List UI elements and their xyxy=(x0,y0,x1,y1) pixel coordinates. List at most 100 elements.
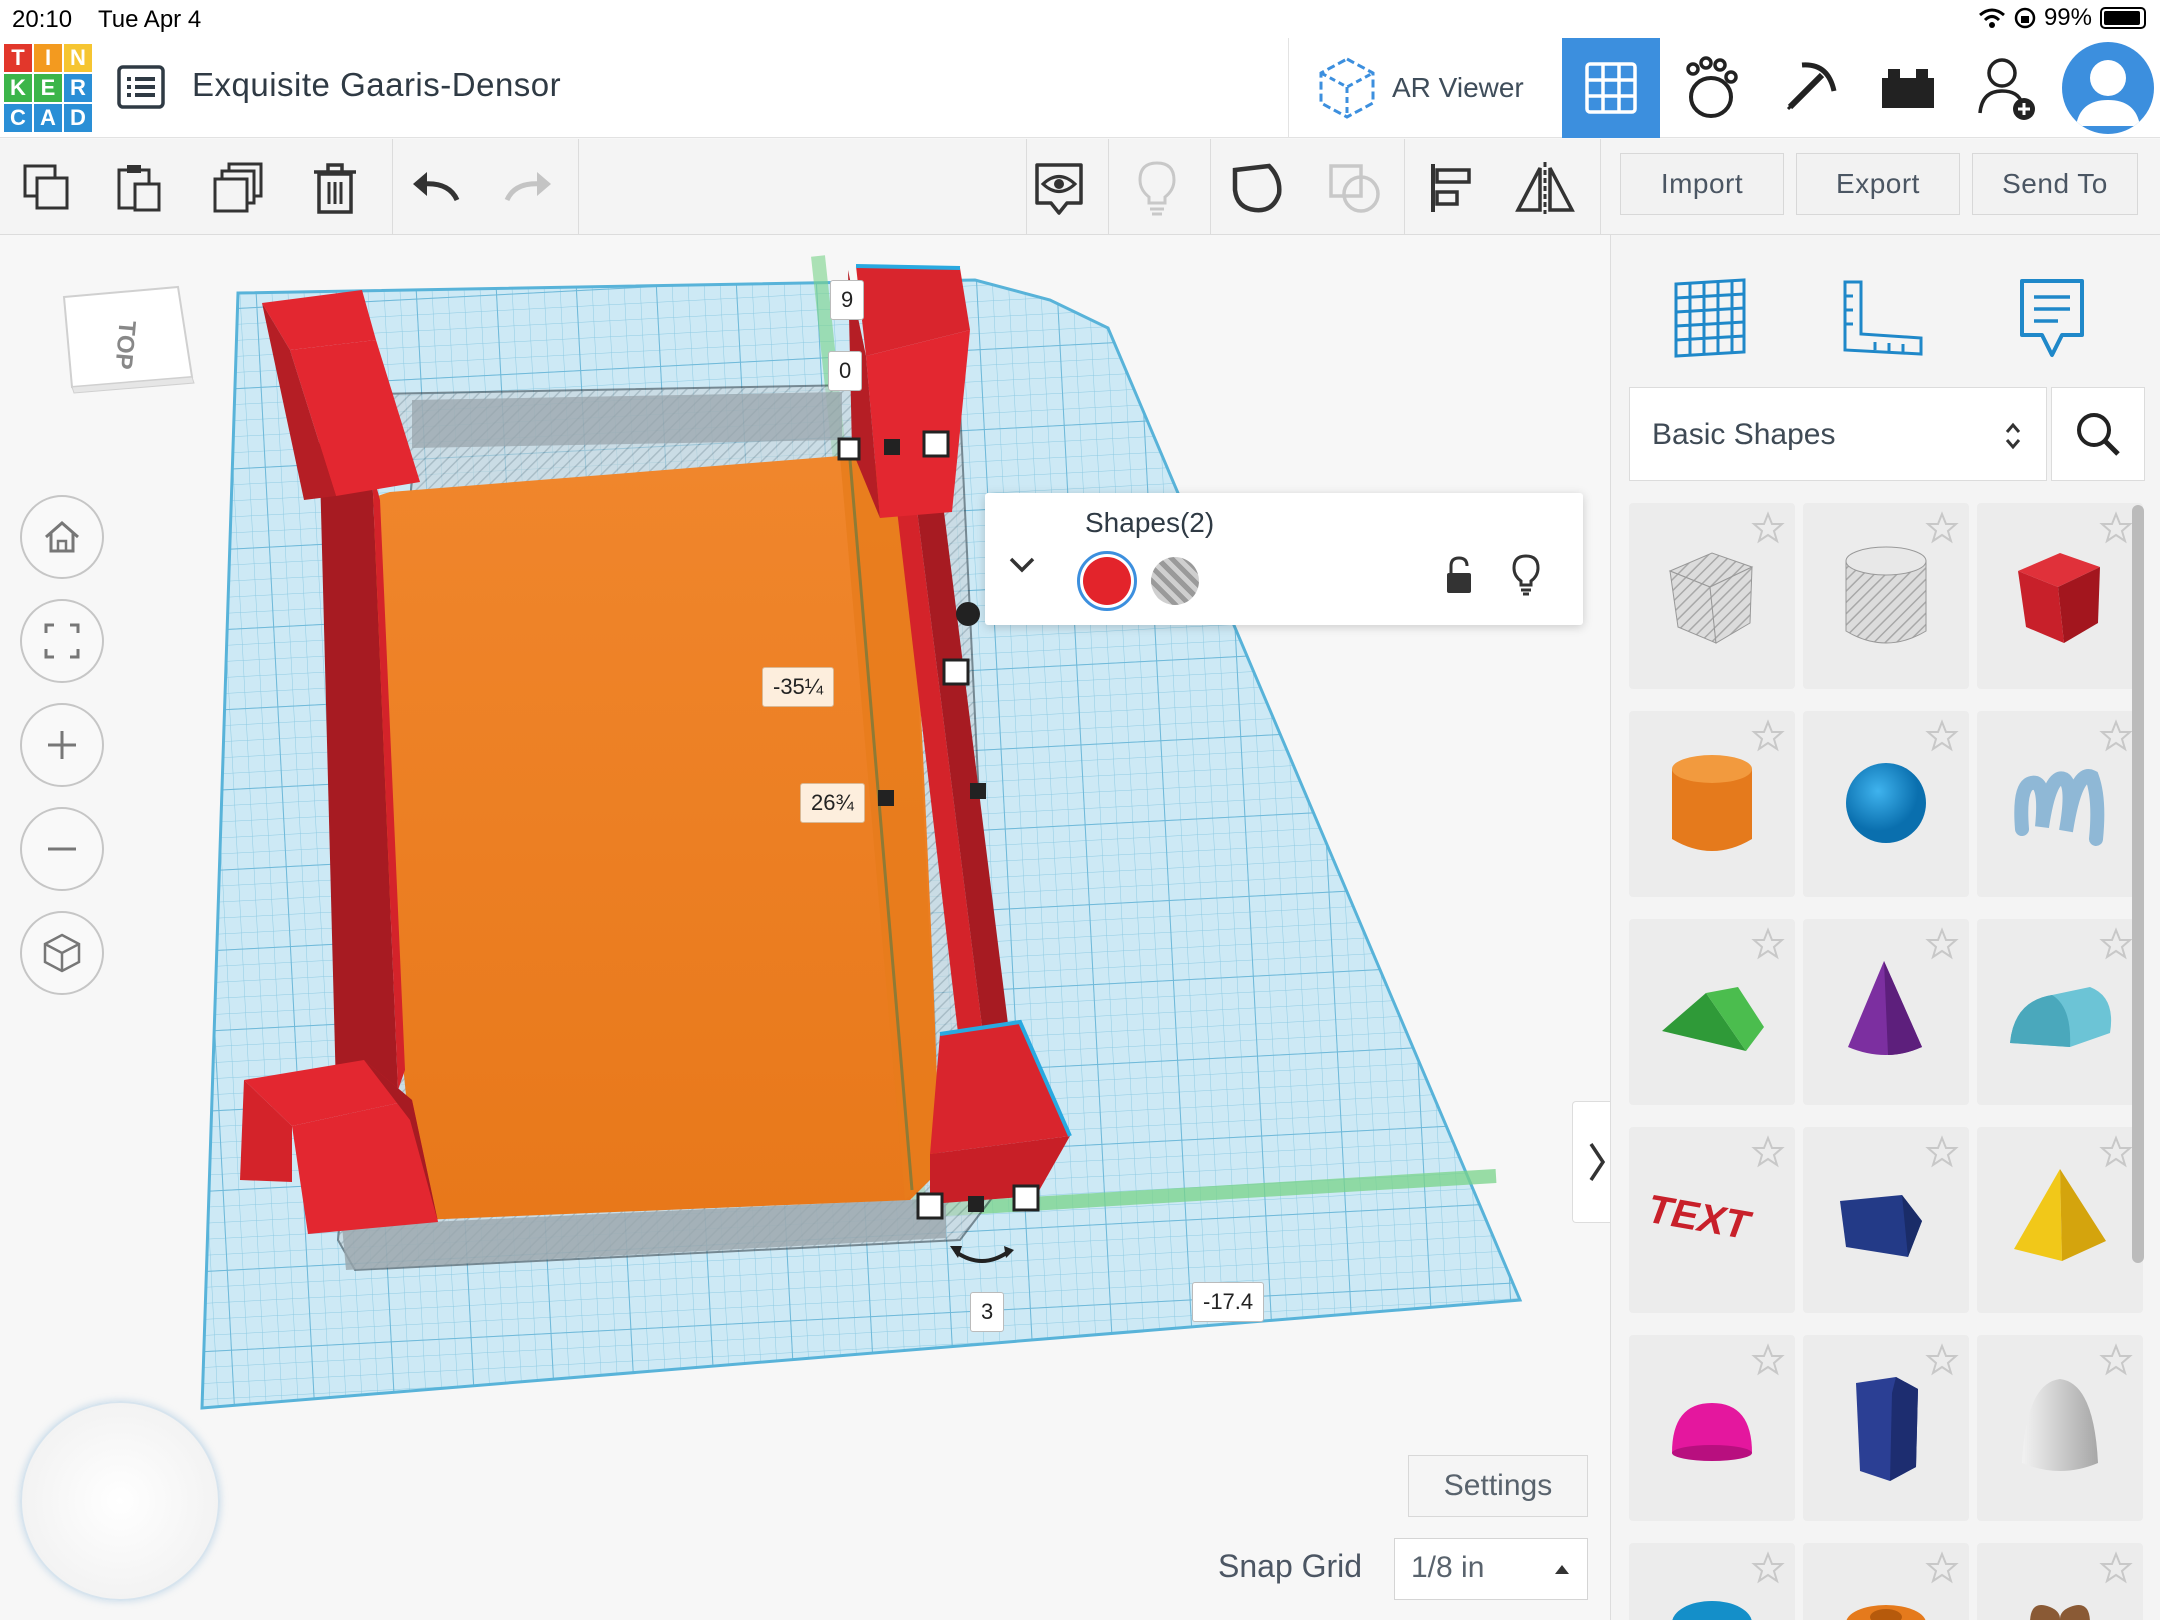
round-roof-icon xyxy=(2010,987,2112,1047)
star-icon[interactable] xyxy=(1925,1343,1959,1377)
star-icon[interactable] xyxy=(2099,1343,2133,1377)
shape-tile-box-hole[interactable] xyxy=(1629,503,1795,689)
shape-tile-cylinder-hole[interactable] xyxy=(1803,503,1969,689)
invite-people-button[interactable] xyxy=(1958,38,2056,138)
elevation-dimension-label[interactable]: 0 xyxy=(828,351,863,391)
group-button[interactable] xyxy=(1222,153,1292,223)
copy-button[interactable] xyxy=(12,153,82,223)
3d-design-view-button[interactable] xyxy=(1562,38,1660,138)
home-view-button[interactable] xyxy=(20,495,104,579)
list-icon xyxy=(117,65,165,109)
notes-button[interactable] xyxy=(1997,263,2107,373)
star-icon[interactable] xyxy=(1925,1551,1959,1585)
roof-icon xyxy=(1662,987,1764,1051)
star-icon[interactable] xyxy=(1925,719,1959,753)
star-icon[interactable] xyxy=(1751,927,1785,961)
design-menu-button[interactable] xyxy=(116,62,166,112)
star-icon[interactable] xyxy=(1751,1343,1785,1377)
star-icon[interactable] xyxy=(1925,511,1959,545)
import-button[interactable]: Import xyxy=(1620,153,1784,215)
tinkercad-logo[interactable]: T I N K E R C A D xyxy=(4,44,92,132)
undo-button[interactable] xyxy=(400,153,470,223)
lock-button[interactable] xyxy=(1443,555,1477,602)
codeblocks-button[interactable] xyxy=(1661,38,1759,138)
star-icon[interactable] xyxy=(2099,927,2133,961)
fit-view-button[interactable] xyxy=(20,599,104,683)
zoom-out-button[interactable] xyxy=(20,807,104,891)
text-shape-label: TEXT xyxy=(1652,1187,1757,1247)
shape-tile-text[interactable]: TEXT xyxy=(1629,1127,1795,1313)
shape-tile-roof[interactable] xyxy=(1629,919,1795,1105)
shape-tile-torus[interactable] xyxy=(1629,1543,1795,1620)
redo-button[interactable] xyxy=(494,153,564,223)
star-icon[interactable] xyxy=(1751,511,1785,545)
send-to-button[interactable]: Send To xyxy=(1972,153,2138,215)
logo-letter: R xyxy=(64,74,92,102)
shape-tile-polygon[interactable] xyxy=(1803,1127,1969,1313)
rotation-dimension-label[interactable]: 3 xyxy=(970,1292,1005,1332)
shape-tile-half-sphere[interactable] xyxy=(1629,1335,1795,1521)
shape-tile-tube[interactable] xyxy=(1803,1543,1969,1620)
bricks-button[interactable] xyxy=(1859,38,1957,138)
camera-joystick[interactable] xyxy=(20,1401,220,1601)
ruler-button[interactable] xyxy=(1827,263,1937,373)
ar-viewer-button[interactable]: AR Viewer xyxy=(1316,50,1566,126)
duplicate-button[interactable] xyxy=(204,153,274,223)
collapse-panel-button[interactable] xyxy=(1572,1101,1610,1223)
snap-grid-select[interactable]: 1/8 in xyxy=(1394,1538,1588,1600)
length-dimension-label[interactable]: -35¼ xyxy=(762,667,835,707)
width-dimension-label[interactable]: 26¾ xyxy=(800,783,865,823)
perspective-button[interactable] xyxy=(20,911,104,995)
solid-color-button[interactable] xyxy=(1077,551,1137,611)
blocks-button[interactable] xyxy=(1760,38,1858,138)
star-icon[interactable] xyxy=(1925,1135,1959,1169)
shape-tile-box[interactable] xyxy=(1977,503,2143,689)
star-icon[interactable] xyxy=(1751,1135,1785,1169)
search-shapes-button[interactable] xyxy=(2051,387,2145,481)
settings-button[interactable]: Settings xyxy=(1408,1455,1588,1517)
star-icon[interactable] xyxy=(1751,1551,1785,1585)
collapse-inspector-button[interactable] xyxy=(1005,547,1039,581)
workplane-canvas[interactable]: 9 0 -35¼ 26¾ 3 -17.4 TOP Shapes(2) Setti… xyxy=(0,235,1610,1620)
tinkercad-app: 20:10 Tue Apr 4 99% T I N K E R C A D Ex… xyxy=(0,0,2160,1620)
shape-tile-cylinder[interactable] xyxy=(1629,711,1795,897)
shape-tile-cone[interactable] xyxy=(1803,919,1969,1105)
shape-tile-heart[interactable] xyxy=(1977,1543,2143,1620)
panel-scrollbar[interactable] xyxy=(2132,505,2144,1263)
star-icon[interactable] xyxy=(2099,1135,2133,1169)
trash-icon xyxy=(314,163,356,214)
align-button[interactable] xyxy=(1416,153,1486,223)
star-icon[interactable] xyxy=(2099,1551,2133,1585)
hole-button[interactable] xyxy=(1151,557,1199,605)
shape-tile-sphere[interactable] xyxy=(1803,711,1969,897)
battery-percent: 99% xyxy=(2043,4,2092,31)
project-title[interactable]: Exquisite Gaaris-Densor xyxy=(192,66,561,104)
star-icon[interactable] xyxy=(1925,927,1959,961)
height-dimension-label[interactable]: 9 xyxy=(830,280,865,320)
divider xyxy=(1210,139,1211,235)
export-button[interactable]: Export xyxy=(1796,153,1960,215)
shape-library-select[interactable]: Basic Shapes xyxy=(1629,387,2047,481)
notes-lightbulb-button[interactable] xyxy=(1122,153,1192,223)
shape-tile-round-roof[interactable] xyxy=(1977,919,2143,1105)
avatar[interactable] xyxy=(2062,42,2154,134)
shape-tile-paraboloid[interactable] xyxy=(1977,1335,2143,1521)
paste-button[interactable] xyxy=(104,153,174,223)
position-dimension-label[interactable]: -17.4 xyxy=(1192,1282,1265,1322)
cylinder-hole-icon xyxy=(1845,546,1927,644)
show-all-button[interactable] xyxy=(1024,153,1094,223)
view-cube[interactable]: TOP xyxy=(60,283,195,413)
shape-tile-hexagonal-prism[interactable] xyxy=(1803,1335,1969,1521)
visibility-bulb-button[interactable] xyxy=(1511,553,1541,602)
ungroup-button[interactable] xyxy=(1320,153,1390,223)
delete-button[interactable] xyxy=(300,153,370,223)
star-icon[interactable] xyxy=(1751,719,1785,753)
star-icon[interactable] xyxy=(2099,511,2133,545)
zoom-in-button[interactable] xyxy=(20,703,104,787)
mirror-button[interactable] xyxy=(1510,153,1580,223)
workplane-button[interactable] xyxy=(1655,263,1765,373)
shape-tile-scribble[interactable] xyxy=(1977,711,2143,897)
hexagonal-prism-icon xyxy=(1856,1377,1918,1481)
star-icon[interactable] xyxy=(2099,719,2133,753)
shape-tile-pyramid[interactable] xyxy=(1977,1127,2143,1313)
